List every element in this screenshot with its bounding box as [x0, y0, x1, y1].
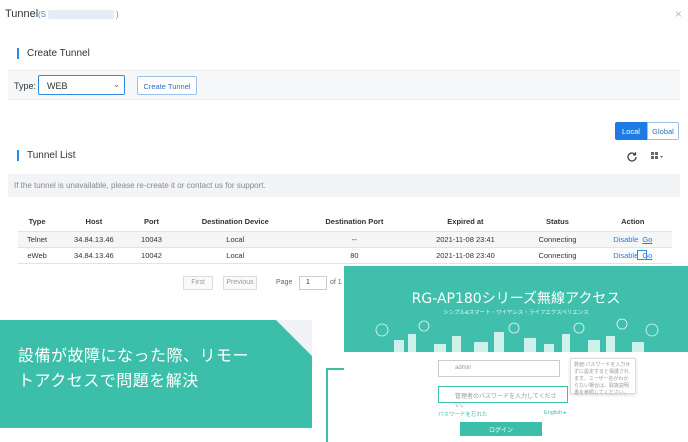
cell-host: 34.84.13.46 — [56, 246, 132, 264]
col-action: Action — [621, 216, 645, 226]
cell-status: Connecting — [521, 230, 594, 247]
scope-global-button[interactable]: Global — [647, 122, 679, 140]
type-label: Type: — [14, 81, 37, 91]
type-row: Type: WEB ⌄ Create Tunnel — [8, 70, 680, 100]
col-status: Status — [545, 216, 569, 226]
tunnel-list-title: Tunnel List — [17, 150, 76, 161]
chevron-down-icon: ⌄ — [113, 80, 120, 89]
cell-expired: 2021-11-08 23:41 — [409, 230, 522, 247]
banner-notch — [276, 320, 312, 356]
cell-type: Telnet — [18, 230, 57, 247]
page-label: Page — [276, 279, 293, 286]
scope-toggle: Local Global — [615, 122, 679, 140]
login-button[interactable]: ログイン — [460, 422, 542, 436]
cell-expired: 2021-11-08 23:40 — [409, 246, 522, 264]
cell-status: Connecting — [521, 246, 594, 264]
notice-bar: If the tunnel is unavailable, please re-… — [8, 174, 680, 197]
promo-text: 設備が故障になった際、リモー トアクセスで問題を解決 — [18, 343, 249, 393]
close-icon[interactable]: × — [675, 7, 682, 21]
page-input[interactable]: 1 — [299, 276, 327, 290]
login-title: RG-AP180シリーズ無線アクセス — [411, 291, 621, 307]
disable-link[interactable]: Disable — [613, 235, 638, 244]
device-serial: (S) — [38, 10, 119, 20]
cell-dport: -- — [299, 230, 410, 247]
promo-line-2: トアクセスで問題を解決 — [18, 371, 199, 390]
col-expired-at: Expired at — [447, 216, 484, 226]
login-subtitle: シンプル&スマート・ワイヤレス・ライフエクスペリエンス — [443, 310, 589, 316]
cell-dport: 80 — [299, 246, 410, 264]
cell-port: 10043 — [131, 230, 172, 247]
go-link[interactable]: Go — [642, 235, 652, 244]
table-header-row: Type Host Port Destination Device Destin… — [18, 212, 672, 231]
modal-title: Tunnel — [5, 8, 39, 20]
refresh-icon[interactable] — [626, 151, 638, 163]
promo-line-1: 設備が故障になった際、リモー — [18, 346, 250, 365]
serial-suffix: ) — [116, 10, 119, 19]
col-host: Host — [85, 216, 103, 226]
modal-header: Tunnel (S) × — [0, 0, 688, 28]
create-tunnel-panel: Create Tunnel Type: WEB ⌄ Create Tunnel — [8, 36, 680, 106]
page-count: of 1 — [330, 279, 342, 286]
connector-line — [326, 368, 346, 442]
forgot-password-link[interactable]: パスワードを忘れた — [438, 410, 488, 418]
col-destination-port: Destination Port — [325, 216, 384, 226]
first-page-button[interactable]: First — [183, 276, 213, 290]
serial-redacted — [48, 10, 114, 20]
language-link[interactable]: English ▸ — [544, 410, 566, 416]
username-field[interactable]: admin — [438, 360, 560, 377]
col-destination-device: Destination Device — [201, 216, 269, 226]
column-settings-icon[interactable] — [651, 152, 663, 162]
table-row: Telnet 34.84.13.46 10043 Local -- 2021-1… — [18, 230, 672, 247]
cell-action: Disable Go — [593, 230, 672, 247]
scope-local-button[interactable]: Local — [615, 122, 647, 140]
disable-link[interactable]: Disable — [613, 251, 638, 260]
cell-action: Disable Go — [593, 246, 672, 264]
create-tunnel-button[interactable]: Create Tunnel — [137, 76, 197, 95]
col-port: Port — [143, 216, 159, 226]
cell-device: Local — [171, 246, 300, 264]
col-type: Type — [28, 216, 46, 226]
highlight-box — [637, 250, 647, 260]
type-select-value: WEB — [47, 81, 68, 91]
login-preview: RG-AP180シリーズ無線アクセス シンプル&スマート・ワイヤレス・ライフエク… — [344, 266, 688, 442]
login-tooltip: 数値:パスワードを入力せずに設定すると保護されます。ユーザー名がわからない場合は… — [570, 358, 636, 396]
tunnel-table: Type Host Port Destination Device Destin… — [18, 212, 672, 264]
type-select[interactable]: WEB ⌄ — [38, 75, 125, 95]
previous-page-button[interactable]: Previous — [223, 276, 257, 290]
password-field[interactable]: 管理者のパスワードを入力してください。 — [438, 386, 568, 409]
promo-banner: 設備が故障になった際、リモー トアクセスで問題を解決 — [0, 320, 312, 428]
cell-host: 34.84.13.46 — [56, 230, 132, 247]
cell-type: eWeb — [18, 246, 57, 264]
login-form: admin 管理者のパスワードを入力してください。 数値:パスワードを入力せずに… — [344, 352, 688, 442]
cell-device: Local — [171, 230, 300, 247]
serial-prefix: (S — [38, 10, 46, 19]
cell-port: 10042 — [131, 246, 172, 264]
table-row: eWeb 34.84.13.46 10042 Local 80 2021-11-… — [18, 246, 672, 264]
create-tunnel-title: Create Tunnel — [17, 48, 90, 59]
